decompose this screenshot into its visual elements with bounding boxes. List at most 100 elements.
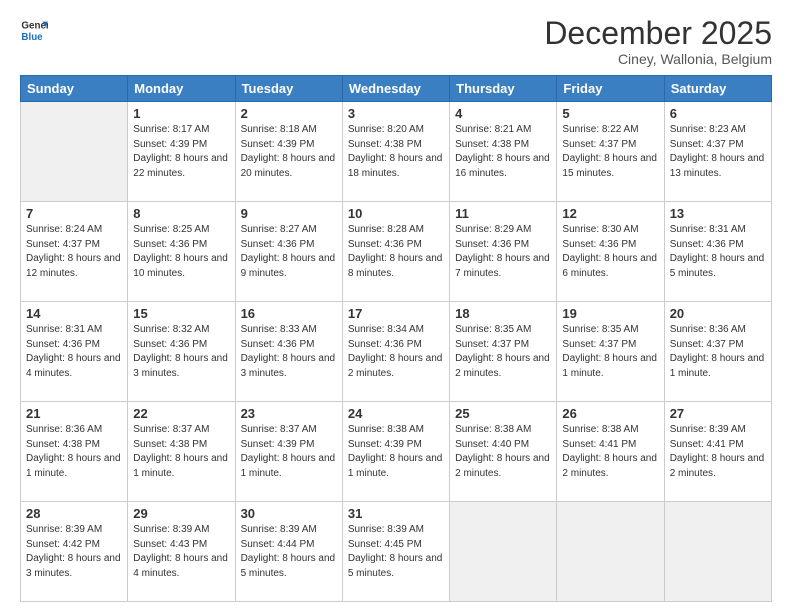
day-info: Sunrise: 8:27 AMSunset: 4:36 PMDaylight:… bbox=[241, 223, 337, 281]
table-row: 22Sunrise: 8:37 AMSunset: 4:38 PMDayligh… bbox=[128, 402, 235, 502]
day-info: Sunrise: 8:24 AMSunset: 4:37 PMDaylight:… bbox=[26, 223, 122, 281]
calendar-header-row: Sunday Monday Tuesday Wednesday Thursday… bbox=[21, 76, 772, 102]
day-number: 26 bbox=[562, 406, 658, 421]
day-info: Sunrise: 8:36 AMSunset: 4:37 PMDaylight:… bbox=[670, 323, 766, 381]
table-row: 30 Sunrise: 8:39 AMSunset: 4:44 PMDayligh… bbox=[235, 502, 342, 602]
day-info: Sunrise: 8:21 AMSunset: 4:38 PMDaylight:… bbox=[455, 123, 551, 181]
table-row: 19 Sunrise: 8:35 AMSunset: 4:37 PMDayligh… bbox=[557, 302, 664, 402]
day-number: 10 bbox=[348, 206, 444, 221]
subtitle: Ciney, Wallonia, Belgium bbox=[544, 51, 772, 67]
day-number: 28 bbox=[26, 506, 122, 521]
table-row: 17 Sunrise: 8:34 AMSunset: 4:36 PMDayligh… bbox=[342, 302, 449, 402]
day-info: Sunrise: 8:38 AMSunset: 4:41 PMDaylight:… bbox=[562, 423, 658, 481]
svg-text:Blue: Blue bbox=[21, 32, 43, 43]
calendar-week-row: 28 Sunrise: 8:39 AMSunset: 4:42 PMDayligh… bbox=[21, 502, 772, 602]
day-info: Sunrise: 8:35 AMSunset: 4:37 PMDaylight:… bbox=[562, 323, 658, 381]
table-row: 29 Sunrise: 8:39 AMSunset: 4:43 PMDayligh… bbox=[128, 502, 235, 602]
header: General Blue December 2025 Ciney, Wallon… bbox=[20, 16, 772, 67]
table-row: 4 Sunrise: 8:21 AMSunset: 4:38 PMDaylight… bbox=[450, 102, 557, 202]
day-number: 13 bbox=[670, 206, 766, 221]
table-row: 9 Sunrise: 8:27 AMSunset: 4:36 PMDaylight… bbox=[235, 202, 342, 302]
table-row bbox=[21, 102, 128, 202]
col-saturday: Saturday bbox=[664, 76, 771, 102]
day-number: 15 bbox=[133, 306, 229, 321]
table-row: 8 Sunrise: 8:25 AMSunset: 4:36 PMDaylight… bbox=[128, 202, 235, 302]
table-row: 3Sunrise: 8:20 AMSunset: 4:38 PMDaylight… bbox=[342, 102, 449, 202]
day-info: Sunrise: 8:39 AMSunset: 4:44 PMDaylight:… bbox=[241, 523, 337, 581]
day-number: 22 bbox=[133, 406, 229, 421]
calendar-week-row: 1Sunrise: 8:17 AMSunset: 4:39 PMDaylight… bbox=[21, 102, 772, 202]
day-info: Sunrise: 8:39 AMSunset: 4:41 PMDaylight:… bbox=[670, 423, 766, 481]
logo-icon: General Blue bbox=[20, 16, 48, 44]
calendar-week-row: 21 Sunrise: 8:36 AMSunset: 4:38 PMDayligh… bbox=[21, 402, 772, 502]
day-number: 19 bbox=[562, 306, 658, 321]
day-number: 6 bbox=[670, 106, 766, 121]
day-info: Sunrise: 8:38 AMSunset: 4:40 PMDaylight:… bbox=[455, 423, 551, 481]
day-info: Sunrise: 8:29 AMSunset: 4:36 PMDaylight:… bbox=[455, 223, 551, 281]
day-number: 21 bbox=[26, 406, 122, 421]
col-thursday: Thursday bbox=[450, 76, 557, 102]
day-number: 31 bbox=[348, 506, 444, 521]
table-row: 12 Sunrise: 8:30 AMSunset: 4:36 PMDayligh… bbox=[557, 202, 664, 302]
table-row: 24Sunrise: 8:38 AMSunset: 4:39 PMDayligh… bbox=[342, 402, 449, 502]
day-number: 7 bbox=[26, 206, 122, 221]
table-row bbox=[664, 502, 771, 602]
day-number: 8 bbox=[133, 206, 229, 221]
table-row: 5 Sunrise: 8:22 AMSunset: 4:37 PMDaylight… bbox=[557, 102, 664, 202]
calendar-week-row: 14 Sunrise: 8:31 AMSunset: 4:36 PMDayligh… bbox=[21, 302, 772, 402]
table-row: 6 Sunrise: 8:23 AMSunset: 4:37 PMDaylight… bbox=[664, 102, 771, 202]
day-info: Sunrise: 8:31 AMSunset: 4:36 PMDaylight:… bbox=[26, 323, 122, 381]
table-row: 21 Sunrise: 8:36 AMSunset: 4:38 PMDayligh… bbox=[21, 402, 128, 502]
day-info: Sunrise: 8:23 AMSunset: 4:37 PMDaylight:… bbox=[670, 123, 766, 181]
day-number: 11 bbox=[455, 206, 551, 221]
day-info: Sunrise: 8:31 AMSunset: 4:36 PMDaylight:… bbox=[670, 223, 766, 281]
day-info: Sunrise: 8:28 AMSunset: 4:36 PMDaylight:… bbox=[348, 223, 444, 281]
calendar-table: Sunday Monday Tuesday Wednesday Thursday… bbox=[20, 75, 772, 602]
day-info: Sunrise: 8:36 AMSunset: 4:38 PMDaylight:… bbox=[26, 423, 122, 481]
day-info: Sunrise: 8:33 AMSunset: 4:36 PMDaylight:… bbox=[241, 323, 337, 381]
table-row: 13 Sunrise: 8:31 AMSunset: 4:36 PMDayligh… bbox=[664, 202, 771, 302]
day-number: 9 bbox=[241, 206, 337, 221]
day-number: 4 bbox=[455, 106, 551, 121]
col-tuesday: Tuesday bbox=[235, 76, 342, 102]
table-row: 31 Sunrise: 8:39 AMSunset: 4:45 PMDayligh… bbox=[342, 502, 449, 602]
day-info: Sunrise: 8:37 AMSunset: 4:39 PMDaylight:… bbox=[241, 423, 337, 481]
day-number: 17 bbox=[348, 306, 444, 321]
table-row: 28 Sunrise: 8:39 AMSunset: 4:42 PMDayligh… bbox=[21, 502, 128, 602]
day-info: Sunrise: 8:39 AMSunset: 4:45 PMDaylight:… bbox=[348, 523, 444, 581]
day-info: Sunrise: 8:39 AMSunset: 4:42 PMDaylight:… bbox=[26, 523, 122, 581]
day-info: Sunrise: 8:35 AMSunset: 4:37 PMDaylight:… bbox=[455, 323, 551, 381]
day-info: Sunrise: 8:20 AMSunset: 4:38 PMDaylight:… bbox=[348, 123, 444, 181]
day-info: Sunrise: 8:18 AMSunset: 4:39 PMDaylight:… bbox=[241, 123, 337, 181]
table-row: 20 Sunrise: 8:36 AMSunset: 4:37 PMDayligh… bbox=[664, 302, 771, 402]
day-info: Sunrise: 8:34 AMSunset: 4:36 PMDaylight:… bbox=[348, 323, 444, 381]
day-info: Sunrise: 8:38 AMSunset: 4:39 PMDaylight:… bbox=[348, 423, 444, 481]
col-sunday: Sunday bbox=[21, 76, 128, 102]
day-info: Sunrise: 8:30 AMSunset: 4:36 PMDaylight:… bbox=[562, 223, 658, 281]
table-row: 18Sunrise: 8:35 AMSunset: 4:37 PMDayligh… bbox=[450, 302, 557, 402]
day-info: Sunrise: 8:22 AMSunset: 4:37 PMDaylight:… bbox=[562, 123, 658, 181]
day-info: Sunrise: 8:39 AMSunset: 4:43 PMDaylight:… bbox=[133, 523, 229, 581]
day-number: 1 bbox=[133, 106, 229, 121]
day-number: 12 bbox=[562, 206, 658, 221]
day-number: 5 bbox=[562, 106, 658, 121]
table-row: 23 Sunrise: 8:37 AMSunset: 4:39 PMDayligh… bbox=[235, 402, 342, 502]
day-number: 14 bbox=[26, 306, 122, 321]
table-row: 1Sunrise: 8:17 AMSunset: 4:39 PMDaylight… bbox=[128, 102, 235, 202]
day-number: 29 bbox=[133, 506, 229, 521]
table-row bbox=[450, 502, 557, 602]
calendar-week-row: 7 Sunrise: 8:24 AMSunset: 4:37 PMDaylight… bbox=[21, 202, 772, 302]
day-number: 25 bbox=[455, 406, 551, 421]
table-row: 25 Sunrise: 8:38 AMSunset: 4:40 PMDayligh… bbox=[450, 402, 557, 502]
day-number: 23 bbox=[241, 406, 337, 421]
main-title: December 2025 bbox=[544, 16, 772, 51]
day-number: 20 bbox=[670, 306, 766, 321]
day-number: 16 bbox=[241, 306, 337, 321]
day-info: Sunrise: 8:25 AMSunset: 4:36 PMDaylight:… bbox=[133, 223, 229, 281]
table-row: 10 Sunrise: 8:28 AMSunset: 4:36 PMDayligh… bbox=[342, 202, 449, 302]
day-number: 30 bbox=[241, 506, 337, 521]
page: General Blue December 2025 Ciney, Wallon… bbox=[0, 0, 792, 612]
day-number: 27 bbox=[670, 406, 766, 421]
table-row: 11 Sunrise: 8:29 AMSunset: 4:36 PMDayligh… bbox=[450, 202, 557, 302]
logo: General Blue bbox=[20, 16, 48, 44]
